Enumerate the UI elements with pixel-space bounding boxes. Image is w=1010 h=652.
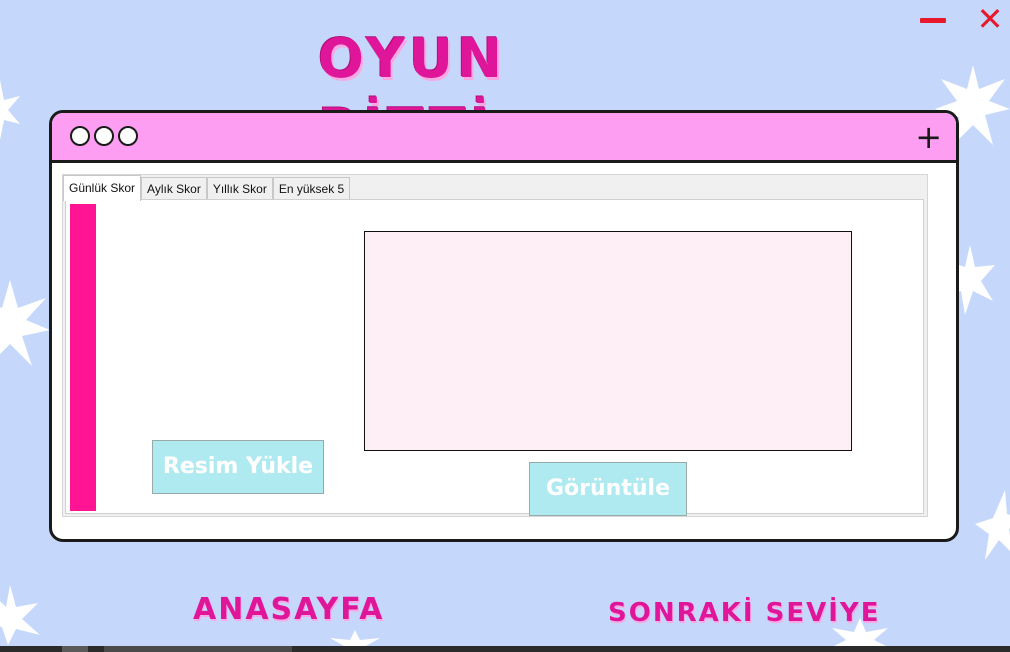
upload-image-button[interactable]: Resim Yükle <box>152 440 324 494</box>
score-window: + Günlük Skor Aylık Skor Yıllık Skor En … <box>49 110 959 542</box>
tab-strip: Günlük Skor Aylık Skor Yıllık Skor En yü… <box>63 175 351 201</box>
tab-daily-score[interactable]: Günlük Skor <box>63 175 142 201</box>
home-button[interactable]: ANASAYFA <box>193 592 385 627</box>
tab-yearly-score[interactable]: Yıllık Skor <box>206 177 273 200</box>
taskbar-item[interactable] <box>104 646 292 652</box>
burst-decoration-bottom-left <box>0 585 40 645</box>
view-button[interactable]: Görüntüle <box>529 462 687 516</box>
window-dot-icon <box>118 126 138 146</box>
close-icon[interactable]: ✕ <box>975 2 1005 36</box>
score-tabs: Günlük Skor Aylık Skor Yıllık Skor En yü… <box>62 174 928 517</box>
taskbar-item[interactable] <box>62 646 88 652</box>
tab-top-five[interactable]: En yüksek 5 <box>272 177 351 200</box>
score-window-header: + <box>52 113 956 163</box>
page-title: OYUN BİTTİ <box>318 27 507 160</box>
tab-monthly-score[interactable]: Aylık Skor <box>141 177 207 200</box>
burst-decoration-top-left <box>0 80 20 140</box>
window-dot-icon <box>70 126 90 146</box>
window-dot-icon <box>94 126 114 146</box>
tab-panel-daily-score: Resim Yükle Görüntüle <box>65 199 924 516</box>
minimize-icon[interactable] <box>918 10 948 30</box>
side-color-bar <box>70 204 96 511</box>
image-preview-box <box>364 231 852 451</box>
next-level-button[interactable]: SONRAKİ SEVİYE <box>608 598 880 628</box>
burst-decoration-left <box>0 280 50 366</box>
taskbar <box>0 646 1010 652</box>
burst-decoration-bottom-right <box>975 490 1010 560</box>
plus-icon[interactable]: + <box>915 117 942 157</box>
